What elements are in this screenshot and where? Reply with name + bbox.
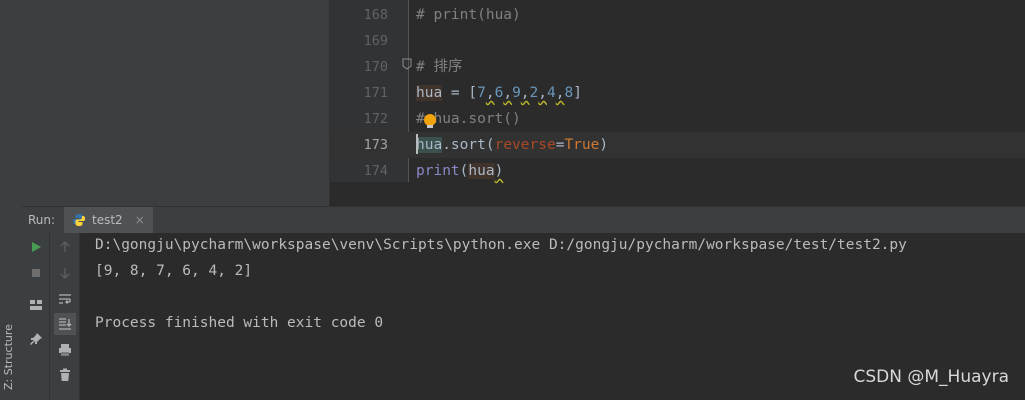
code-token: , bbox=[538, 85, 547, 101]
watermark: CSDN @M_Huayra bbox=[853, 367, 1009, 387]
code-line[interactable]: 174 print(hua) bbox=[330, 158, 1025, 184]
code-text: # print(hua) bbox=[416, 2, 521, 28]
code-token: 9 bbox=[512, 85, 521, 101]
code-token: , bbox=[503, 85, 513, 101]
play-icon bbox=[32, 242, 41, 252]
code-token: ) bbox=[599, 137, 609, 153]
line-number: 170 bbox=[363, 59, 388, 75]
print-icon bbox=[59, 344, 71, 356]
code-token: 2 bbox=[529, 85, 539, 101]
code-token: True bbox=[564, 137, 600, 153]
clear-all-button[interactable] bbox=[56, 366, 74, 384]
project-panel bbox=[22, 0, 330, 206]
trash-icon bbox=[60, 368, 70, 381]
code-line[interactable]: 169 bbox=[330, 28, 1025, 54]
line-number: 169 bbox=[363, 33, 388, 49]
arrow-up-icon bbox=[60, 241, 70, 252]
close-icon[interactable]: × bbox=[135, 213, 145, 227]
line-number: 174 bbox=[363, 163, 388, 179]
code-line[interactable]: 173 hua.sort(reverse=True) bbox=[330, 132, 1025, 158]
scroll-to-end-icon bbox=[59, 318, 72, 330]
code-token: 8 bbox=[564, 85, 574, 101]
print-button[interactable] bbox=[56, 341, 74, 359]
code-token: print bbox=[416, 163, 460, 179]
line-number: 173 bbox=[363, 137, 388, 153]
code-token: ) bbox=[494, 163, 504, 179]
code-token: hua bbox=[416, 85, 443, 101]
code-line[interactable]: 171 hua = [7,6,9,2,4,8] bbox=[330, 80, 1025, 106]
line-number: 172 bbox=[363, 111, 388, 127]
editor-empty-area bbox=[330, 182, 1025, 206]
line-number: 168 bbox=[363, 7, 388, 23]
code-text: # 排序 bbox=[416, 54, 462, 80]
tab-test2[interactable]: test2 × bbox=[64, 207, 153, 233]
code-token: hua bbox=[468, 163, 495, 179]
code-token: # 排序 bbox=[416, 59, 463, 75]
code-token: , bbox=[485, 85, 495, 101]
code-token: 4 bbox=[547, 85, 556, 101]
pin-tab-button[interactable] bbox=[27, 330, 45, 348]
fold-icon[interactable] bbox=[402, 58, 412, 70]
run-tool-header: Run: test2 × bbox=[22, 206, 1025, 234]
code-line[interactable]: 168 # print(hua) bbox=[330, 2, 1025, 28]
code-token: ] bbox=[573, 85, 582, 101]
restore-layout-button[interactable] bbox=[27, 296, 45, 314]
code-text: hua = [7,6,9,2,4,8] bbox=[416, 80, 582, 106]
structure-tool-button[interactable]: Z: Structure bbox=[2, 324, 15, 390]
code-text: print(hua) bbox=[416, 158, 503, 184]
run-label: Run: bbox=[28, 213, 56, 227]
code-token: = [ bbox=[442, 85, 478, 101]
arrow-down-icon bbox=[60, 268, 70, 279]
previous-occurrence-button[interactable] bbox=[56, 238, 74, 256]
layout-icon bbox=[30, 300, 42, 310]
code-token: hua bbox=[416, 137, 443, 153]
code-token: , bbox=[520, 85, 530, 101]
stop-icon bbox=[32, 269, 40, 277]
run-toolbar-secondary bbox=[50, 233, 80, 400]
rerun-button[interactable] bbox=[27, 238, 45, 256]
intention-bulb-icon[interactable] bbox=[424, 114, 436, 128]
code-line[interactable]: 170 # 排序 bbox=[330, 54, 1025, 80]
stop-button[interactable] bbox=[27, 264, 45, 282]
soft-wrap-icon bbox=[59, 294, 71, 304]
console-command-line: D:\gongju\pycharm\workspase\venv\Scripts… bbox=[95, 237, 907, 253]
console-exit-line: Process finished with exit code 0 bbox=[95, 315, 384, 331]
console-output-line: [9, 8, 7, 6, 4, 2] bbox=[95, 263, 253, 279]
code-text: hua.sort(reverse=True) bbox=[416, 132, 608, 158]
tab-label: test2 bbox=[92, 213, 123, 227]
code-token: .sort( bbox=[442, 137, 495, 153]
code-token: 7 bbox=[477, 85, 486, 101]
run-toolbar-primary bbox=[22, 233, 50, 400]
soft-wrap-button[interactable] bbox=[56, 290, 74, 308]
line-number: 171 bbox=[363, 85, 388, 101]
code-token: reverse bbox=[494, 137, 556, 153]
pin-icon bbox=[30, 333, 42, 345]
python-icon bbox=[73, 214, 85, 226]
next-occurrence-button[interactable] bbox=[56, 264, 74, 282]
code-token: # print(hua) bbox=[416, 7, 521, 23]
scroll-to-end-button[interactable] bbox=[54, 313, 76, 335]
text-caret bbox=[416, 134, 418, 154]
